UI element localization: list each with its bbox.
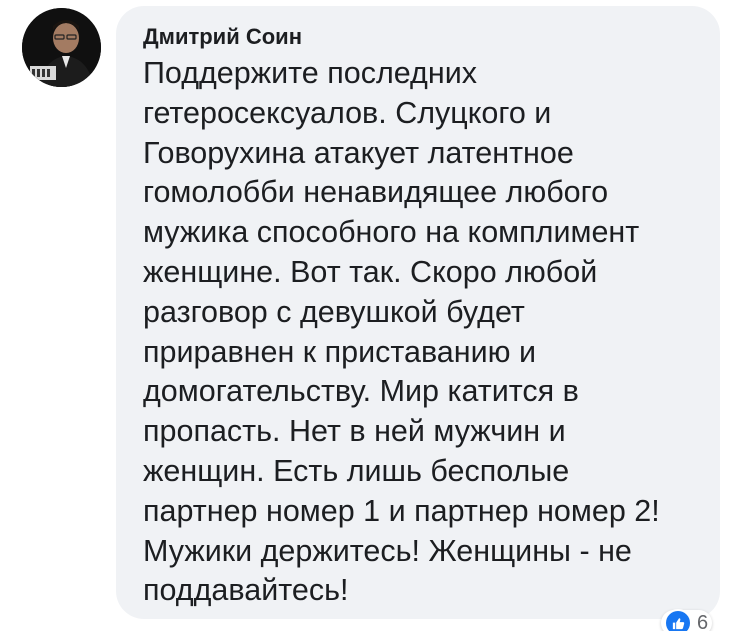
comment-text-line: приравнен к приставанию и <box>143 334 537 369</box>
avatar[interactable] <box>22 8 101 87</box>
comment-text-line: Мужики держитесь! Женщины - не <box>143 533 632 568</box>
reaction-count: 6 <box>697 611 709 631</box>
comment-text-line: партнер номер 1 и партнер номер 2! <box>143 493 660 528</box>
comment-author[interactable]: Дмитрий Соин <box>143 22 700 52</box>
reaction-summary[interactable]: 6 <box>661 609 713 631</box>
comment-text-line: Говорухина атакует латентное <box>143 135 574 170</box>
comment-text-line: гетеросексуалов. Слуцкого и <box>143 95 552 130</box>
comment-text-line: мужика способного на комплимент <box>143 215 640 250</box>
comment-bubble: Дмитрий Соин Поддержите последних гетеро… <box>116 6 720 619</box>
like-icon <box>664 609 692 631</box>
comment-text-line: поддавайтесь! <box>143 573 349 608</box>
avatar-photo <box>22 8 101 87</box>
comment-text-line: пропасть. Нет в ней мужчин и <box>143 414 566 449</box>
comment-container: Дмитрий Соин Поддержите последних гетеро… <box>0 0 749 631</box>
comment-text-line: домогательству. Мир катится в <box>143 374 579 409</box>
comment-text-line: разговор с девушкой будет <box>143 294 525 329</box>
comment-text-line: женщине. Вот так. Скоро любой <box>143 254 598 289</box>
comment-text-line: гомолобби ненавидящее любого <box>143 175 609 210</box>
comment-text-line: женщин. Есть лишь бесполые <box>143 453 570 488</box>
comment-text-line: Поддержите последних <box>143 56 477 90</box>
comment-text: Поддержите последних гетеросексуалов. Сл… <box>143 54 700 611</box>
